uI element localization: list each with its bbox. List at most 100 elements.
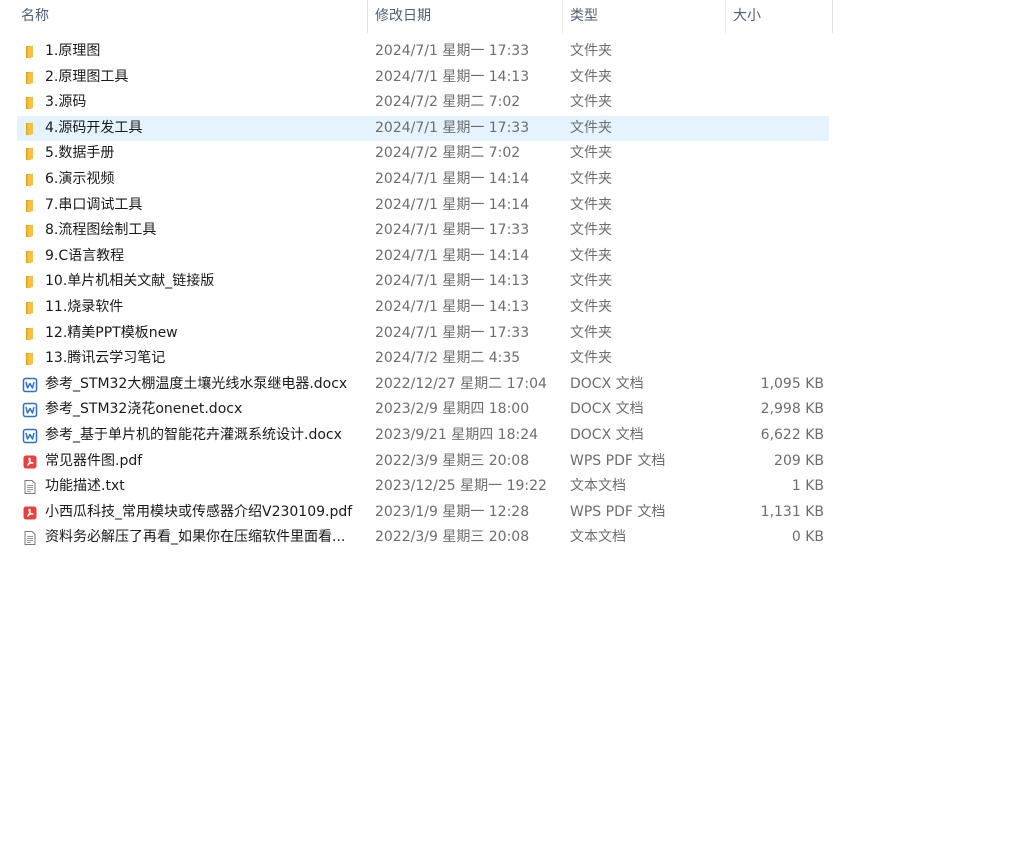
file-name-cell[interactable]: 4.源码开发工具 [22, 116, 367, 142]
file-size [729, 269, 824, 295]
file-row[interactable]: 12.精美PPT模板new 2024/7/1 星期一 17:33 文件夹 [17, 321, 829, 347]
file-name-cell[interactable]: 1.原理图 [22, 39, 367, 65]
file-name-cell[interactable]: 6.演示视频 [22, 167, 367, 193]
file-name[interactable]: 常见器件图.pdf [45, 449, 142, 475]
word-doc-icon [22, 428, 38, 444]
file-type: 文件夹 [570, 247, 612, 264]
file-type: 文件夹 [570, 119, 612, 136]
file-name-cell[interactable]: 3.源码 [22, 90, 367, 116]
file-name-cell[interactable]: 常见器件图.pdf [22, 449, 367, 475]
folder-icon [22, 351, 38, 367]
file-name[interactable]: 参考_基于单片机的智能花卉灌溉系统设计.docx [45, 423, 342, 449]
file-size: 1,131 KB [760, 503, 824, 520]
file-name[interactable]: 9.C语言教程 [45, 244, 124, 270]
file-name-cell[interactable]: 参考_基于单片机的智能花卉灌溉系统设计.docx [22, 423, 367, 449]
file-row[interactable]: 资料务必解压了再看_如果你在压缩软件里面看... 2022/3/9 星期三 20:… [17, 525, 829, 551]
file-row[interactable]: 小西瓜科技_常用模块或传感器介绍V230109.pdf 2023/1/9 星期一 … [17, 500, 829, 526]
column-header-type[interactable]: 类型 [563, 0, 726, 33]
file-list: 1.原理图 2024/7/1 星期一 17:33 文件夹 2.原理图工具 2024/7/… [17, 39, 829, 551]
file-name-cell[interactable]: 5.数据手册 [22, 141, 367, 167]
file-row[interactable]: 参考_STM32浇花onenet.docx 2023/2/9 星期四 18:00 D… [17, 397, 829, 423]
folder-icon [22, 198, 38, 214]
folder-icon [22, 223, 38, 239]
file-date: 2024/7/2 星期二 7:02 [375, 145, 521, 162]
file-name-cell[interactable]: 10.单片机相关文献_链接版 [22, 269, 367, 295]
file-row[interactable]: 9.C语言教程 2024/7/1 星期一 14:14 文件夹 [17, 244, 829, 270]
file-name-cell[interactable]: 9.C语言教程 [22, 244, 367, 270]
file-name-cell[interactable]: 13.腾讯云学习笔记 [22, 346, 367, 372]
folder-icon [22, 300, 38, 316]
file-name-cell[interactable]: 7.串口调试工具 [22, 193, 367, 219]
file-name[interactable]: 7.串口调试工具 [45, 193, 142, 219]
file-row[interactable]: 10.单片机相关文献_链接版 2024/7/1 星期一 14:13 文件夹 [17, 269, 829, 295]
file-name[interactable]: 4.源码开发工具 [45, 116, 142, 142]
file-row[interactable]: 1.原理图 2024/7/1 星期一 17:33 文件夹 [17, 39, 829, 65]
file-name-cell[interactable]: 参考_STM32大棚温度土壤光线水泵继电器.docx [22, 372, 367, 398]
column-header-size[interactable]: 大小 [726, 0, 833, 33]
file-name[interactable]: 10.单片机相关文献_链接版 [45, 269, 214, 295]
file-row[interactable]: 6.演示视频 2024/7/1 星期一 14:14 文件夹 [17, 167, 829, 193]
file-size: 6,622 KB [760, 426, 824, 443]
file-row[interactable]: 参考_STM32大棚温度土壤光线水泵继电器.docx 2022/12/27 星期二… [17, 372, 829, 398]
file-row[interactable]: 2.原理图工具 2024/7/1 星期一 14:13 文件夹 [17, 65, 829, 91]
file-name[interactable]: 5.数据手册 [45, 141, 114, 167]
file-date: 2023/12/25 星期一 19:22 [375, 478, 547, 495]
file-row[interactable]: 7.串口调试工具 2024/7/1 星期一 14:14 文件夹 [17, 193, 829, 219]
file-size [729, 244, 824, 270]
file-name-cell[interactable]: 8.流程图绘制工具 [22, 218, 367, 244]
file-size: 1,095 KB [760, 375, 824, 392]
file-type: 文件夹 [570, 170, 612, 187]
file-name[interactable]: 13.腾讯云学习笔记 [45, 346, 165, 372]
file-name[interactable]: 6.演示视频 [45, 167, 114, 193]
file-size: 0 KB [791, 529, 824, 546]
file-row[interactable]: 常见器件图.pdf 2022/3/9 星期三 20:08 WPS PDF 文档 209… [17, 449, 829, 475]
file-type: WPS PDF 文档 [570, 503, 666, 520]
file-name[interactable]: 3.源码 [45, 90, 86, 116]
file-type: 文件夹 [570, 43, 612, 59]
file-name-cell[interactable]: 小西瓜科技_常用模块或传感器介绍V230109.pdf [22, 500, 367, 526]
file-name[interactable]: 参考_STM32浇花onenet.docx [45, 397, 242, 423]
file-name-cell[interactable]: 12.精美PPT模板new [22, 321, 367, 347]
column-header-bar: ^ 名称 修改日期 类型 大小 [0, 0, 833, 33]
file-size: 2,998 KB [760, 401, 824, 418]
folder-icon [22, 172, 38, 188]
file-name-cell[interactable]: 功能描述.txt [22, 474, 367, 500]
file-type: 文件夹 [570, 222, 612, 239]
column-header-size-label: 大小 [733, 8, 761, 24]
file-name-cell[interactable]: 11.烧录软件 [22, 295, 367, 321]
file-size [729, 193, 824, 219]
file-date: 2023/2/9 星期四 18:00 [375, 401, 530, 418]
file-name[interactable]: 2.原理图工具 [45, 65, 128, 91]
file-row[interactable]: 11.烧录软件 2024/7/1 星期一 14:13 文件夹 [17, 295, 829, 321]
file-name-cell[interactable]: 2.原理图工具 [22, 65, 367, 91]
file-row[interactable]: 4.源码开发工具 2024/7/1 星期一 17:33 文件夹 [17, 115, 829, 142]
file-row[interactable]: 8.流程图绘制工具 2024/7/1 星期一 17:33 文件夹 [17, 218, 829, 244]
word-doc-icon [22, 377, 38, 393]
file-name[interactable]: 小西瓜科技_常用模块或传感器介绍V230109.pdf [45, 500, 352, 526]
column-divider[interactable] [832, 0, 833, 33]
file-row[interactable]: 功能描述.txt 2023/12/25 星期一 19:22 文本文档 1 KB [17, 474, 829, 500]
file-date: 2022/3/9 星期三 20:08 [375, 529, 530, 546]
file-name[interactable]: 8.流程图绘制工具 [45, 218, 156, 244]
file-date: 2024/7/1 星期一 14:13 [375, 273, 530, 290]
file-date: 2022/3/9 星期三 20:08 [375, 452, 530, 469]
file-row[interactable]: 3.源码 2024/7/2 星期二 7:02 文件夹 [17, 90, 829, 116]
file-name[interactable]: 功能描述.txt [45, 474, 125, 500]
file-name-cell[interactable]: 资料务必解压了再看_如果你在压缩软件里面看... [22, 525, 367, 551]
file-row[interactable]: 参考_基于单片机的智能花卉灌溉系统设计.docx 2023/9/21 星期四 18… [17, 423, 829, 449]
file-row[interactable]: 13.腾讯云学习笔记 2024/7/2 星期二 4:35 文件夹 [17, 346, 829, 372]
file-row[interactable]: 5.数据手册 2024/7/2 星期二 7:02 文件夹 [17, 141, 829, 167]
file-name[interactable]: 12.精美PPT模板new [45, 321, 178, 347]
file-name[interactable]: 11.烧录软件 [45, 295, 123, 321]
folder-icon [22, 70, 38, 86]
file-name[interactable]: 1.原理图 [45, 39, 100, 65]
column-header-date[interactable]: 修改日期 [368, 0, 563, 33]
file-size [729, 346, 824, 372]
column-header-date-label: 修改日期 [375, 8, 431, 24]
file-name-cell[interactable]: 参考_STM32浇花onenet.docx [22, 397, 367, 423]
file-type: 文件夹 [570, 298, 612, 315]
column-header-name[interactable]: ^ 名称 [0, 0, 368, 33]
file-name[interactable]: 资料务必解压了再看_如果你在压缩软件里面看... [45, 525, 345, 551]
file-name[interactable]: 参考_STM32大棚温度土壤光线水泵继电器.docx [45, 372, 347, 398]
file-date: 2024/7/1 星期一 14:13 [375, 298, 530, 315]
